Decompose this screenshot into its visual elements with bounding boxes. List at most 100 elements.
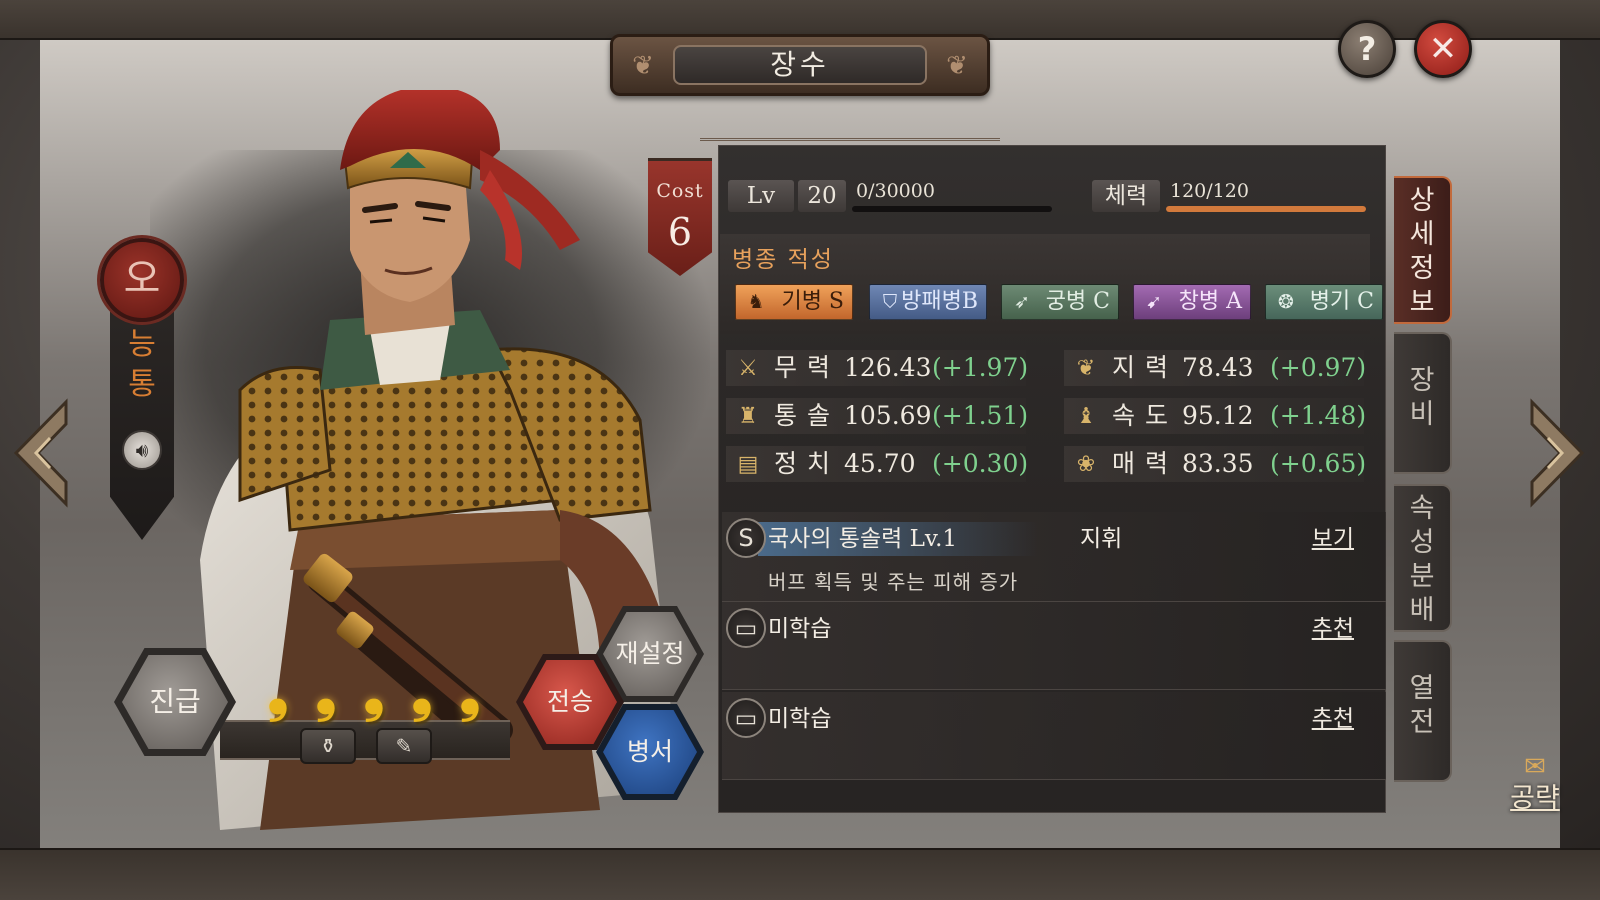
stat-value: 78.43	[1182, 353, 1254, 382]
affinity-cavalry: ♞ 기병 S	[735, 284, 853, 320]
charm-icon: ❀	[1076, 452, 1096, 477]
item-slot-1[interactable]: ⚱	[300, 728, 356, 764]
recommend-link-2[interactable]: 추천	[1312, 702, 1354, 736]
name-char-2: 통	[128, 367, 156, 402]
hp-bar	[1166, 206, 1366, 212]
stat-row-command: ♜ 통솔 105.69 (+1.51)	[726, 398, 1029, 434]
affinity-spear: ➹ 창병 A	[1133, 284, 1251, 320]
military-book-label: 병서	[603, 710, 697, 794]
affinity-archer: ➶ 궁병 C	[1001, 284, 1119, 320]
stat-bonus: (+1.97)	[932, 353, 1029, 382]
tab-details-label: 상세정보	[1409, 185, 1435, 318]
scroll-icon: ✉	[1524, 752, 1546, 782]
swords-icon: ⚔	[738, 356, 758, 381]
stat-name: 매력	[1112, 449, 1179, 478]
stat-name: 정치	[774, 449, 841, 478]
prev-general-arrow-icon[interactable]	[10, 398, 70, 508]
exp-text: 0/30000	[856, 180, 935, 202]
spear-icon: ➹	[1146, 291, 1162, 313]
view-skill-link[interactable]: 보기	[1312, 522, 1354, 556]
hp-text: 120/120	[1170, 180, 1249, 202]
level-label: Lv	[728, 180, 794, 212]
stat-name: 속도	[1112, 401, 1179, 430]
star-4: ❟	[411, 659, 433, 723]
guide-button[interactable]: ✉ 공략	[1500, 752, 1570, 822]
help-button[interactable]: ?	[1338, 20, 1396, 78]
faction-seal: 오	[100, 238, 184, 322]
command-icon: ♜	[738, 404, 758, 429]
tab-biography[interactable]: 열전	[1394, 640, 1452, 782]
stat-bonus: (+1.51)	[932, 401, 1029, 430]
shield-icon: ⛉	[882, 291, 898, 313]
stat-bonus: (+0.97)	[1270, 353, 1367, 382]
voice-button[interactable]: 🔊︎	[122, 430, 162, 470]
star-2: ❟	[315, 659, 337, 723]
star-rail	[220, 720, 510, 760]
skill-name: 국사의 통솔력 Lv.1	[768, 526, 958, 552]
stat-row-strength: ⚔ 무력 126.43 (+1.97)	[726, 350, 1029, 386]
stat-row-charm: ❀ 매력 83.35 (+0.65)	[1064, 446, 1367, 482]
stat-value: 83.35	[1182, 449, 1254, 478]
recommend-link-1[interactable]: 추천	[1312, 612, 1354, 646]
affinity-siege-label: 병기 C	[1309, 289, 1374, 314]
hp-bar-fill	[1166, 206, 1366, 212]
book-slot-icon: ▭	[726, 698, 766, 738]
affinity-shield: ⛉ 방패병B	[869, 284, 987, 320]
next-general-arrow-icon[interactable]	[1528, 398, 1588, 508]
ornament-right: ❦	[946, 51, 968, 81]
stat-bonus: (+1.48)	[1270, 401, 1367, 430]
star-1: ❟	[267, 659, 289, 723]
stat-bonus: (+0.30)	[932, 449, 1029, 478]
skill-type: 지휘	[1080, 526, 1123, 552]
tab-attributes-label: 속성분배	[1409, 493, 1435, 626]
tab-biography-label: 열전	[1409, 673, 1435, 738]
tab-details[interactable]: 상세정보	[1394, 176, 1452, 324]
tab-attributes[interactable]: 속성분배	[1394, 484, 1452, 632]
name-char-1: 능	[128, 327, 156, 362]
tab-equipment-label: 장비	[1409, 365, 1435, 430]
hp-label: 체력	[1092, 180, 1160, 212]
stat-value: 126.43	[844, 353, 932, 382]
speaker-icon: 🔊︎	[135, 438, 149, 462]
stat-value: 105.69	[844, 401, 932, 430]
stat-row-intelligence: ❦ 지력 78.43 (+0.97)	[1064, 350, 1367, 386]
close-button[interactable]: ✕	[1414, 20, 1472, 78]
page-title: 장수	[673, 45, 927, 85]
feather-icon: ✎	[395, 734, 413, 758]
title-plate: ❦ 장수 ❦	[610, 34, 990, 96]
skill-grade-badge: S	[726, 518, 766, 558]
level-value: 20	[798, 180, 846, 212]
brain-icon: ❦	[1076, 356, 1096, 381]
vase-icon: ⚱	[319, 734, 337, 758]
skill-slot-2-name: 미학습	[768, 706, 832, 732]
exp-bar	[852, 206, 1052, 212]
general-name: 능 통	[124, 325, 160, 405]
ornament-left: ❦	[632, 51, 654, 81]
affinity-spear-label: 창병 A	[1178, 289, 1242, 314]
item-slot-2[interactable]: ✎	[376, 728, 432, 764]
guide-label: 공략	[1510, 783, 1560, 814]
skill-slot-1-name: 미학습	[768, 616, 832, 642]
book-slot-icon: ▭	[726, 608, 766, 648]
stat-name: 통솔	[774, 401, 841, 430]
advance-label: 진급	[122, 655, 228, 749]
boot-icon: ♝	[1076, 404, 1096, 429]
tab-equipment[interactable]: 장비	[1394, 332, 1452, 474]
star-5: ❟	[459, 659, 481, 723]
skill-description: 버프 획득 및 주는 피해 증가	[768, 570, 1019, 594]
cost-label: Cost	[656, 180, 704, 202]
unique-skill-row[interactable]: S 국사의 통솔력 Lv.1 지휘 보기 버프 획득 및 주는 피해 증가	[722, 512, 1386, 602]
stat-bonus: (+0.65)	[1270, 449, 1367, 478]
skill-slot-2[interactable]: ▭ 미학습 추천	[722, 692, 1386, 780]
affinity-siege: ❂ 병기 C	[1265, 284, 1383, 320]
bottom-frame	[0, 848, 1600, 900]
stat-name: 무력	[774, 353, 841, 382]
cost-value: 6	[667, 210, 693, 254]
wheel-icon: ❂	[1278, 291, 1294, 313]
affinity-shield-label: 방패병B	[901, 289, 978, 314]
skill-slot-1[interactable]: ▭ 미학습 추천	[722, 602, 1386, 690]
scroll-icon: ▤	[737, 452, 759, 477]
inherit-label: 전승	[523, 660, 617, 744]
horse-icon: ♞	[747, 291, 765, 313]
affinity-cavalry-label: 기병 S	[781, 289, 844, 314]
